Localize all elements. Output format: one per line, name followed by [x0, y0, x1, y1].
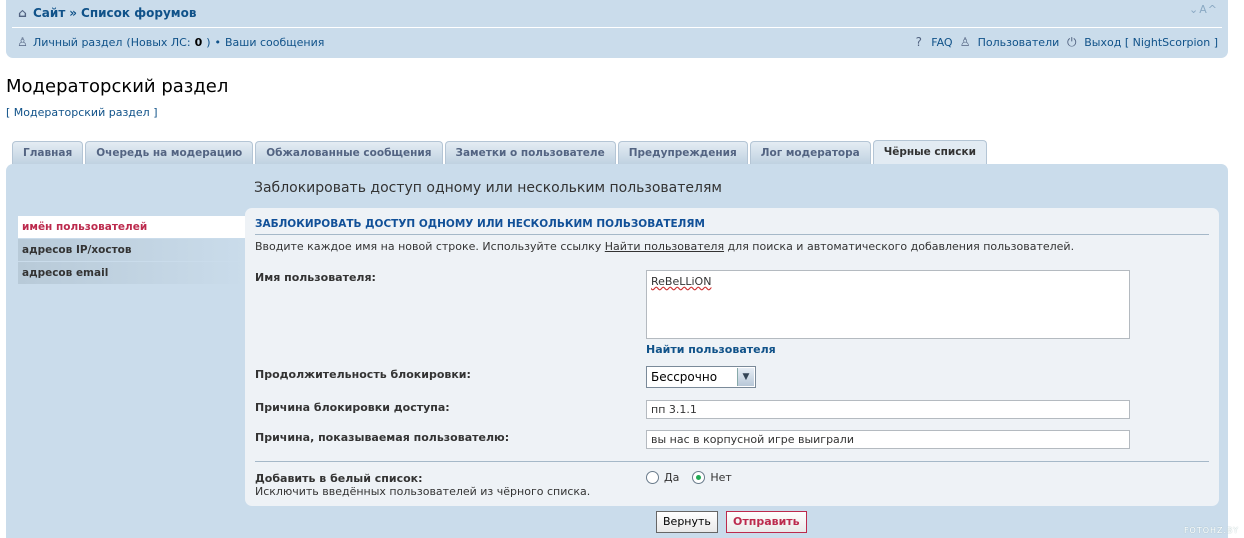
power-icon: ⏻	[1067, 35, 1077, 49]
new-pm-count: 0	[194, 36, 203, 49]
tab-ban[interactable]: Чёрные списки	[872, 140, 987, 165]
user-nav: ♙ Личный раздел (Новых ЛС: 0) • Ваши соо…	[16, 35, 324, 50]
username-label: Имя пользователя:	[255, 271, 376, 284]
username-textarea[interactable]: ReBeLLiON	[646, 270, 1130, 339]
whitelist-explain: Исключить введённых пользователей из чёр…	[255, 485, 591, 498]
username-value: ReBeLLiON	[651, 275, 712, 288]
side-item-usernames[interactable]: имён пользователей	[18, 216, 246, 239]
breadcrumb-close: ]	[149, 106, 158, 119]
form-divider	[255, 461, 1209, 462]
duration-select[interactable]: Бессрочно ▼	[646, 366, 756, 388]
breadcrumb-separator: »	[69, 6, 78, 20]
tab-warnings[interactable]: Предупреждения	[617, 141, 748, 164]
bullet-separator: •	[214, 36, 222, 49]
tab-main[interactable]: Главная	[12, 141, 84, 164]
new-pm-suffix: )	[206, 36, 211, 49]
chevron-down-icon[interactable]: ▼	[737, 368, 754, 386]
forums-list-link[interactable]: Список форумов	[81, 6, 196, 20]
duration-value: Бессрочно	[651, 370, 718, 384]
section-divider	[255, 234, 1209, 235]
breadcrumb-open: [	[6, 106, 14, 119]
intro-after: для поиска и автоматического добавления …	[724, 240, 1075, 253]
radio-no[interactable]	[692, 471, 706, 484]
section-title: ЗАБЛОКИРОВАТЬ ДОСТУП ОДНОМУ ИЛИ НЕСКОЛЬК…	[255, 218, 705, 230]
tab-mod-log[interactable]: Лог модератора	[749, 141, 871, 164]
header-bar: ⌂ Сайт » Список форумов ⌄A^ ♙ Личный раз…	[6, 0, 1228, 58]
duration-label: Продолжительность блокировки:	[255, 368, 471, 381]
submit-button[interactable]: Отправить	[726, 511, 807, 533]
page-title: Модераторский раздел	[6, 76, 229, 97]
members-link[interactable]: Пользователи	[978, 36, 1060, 49]
radio-no-label: Нет	[710, 471, 732, 484]
radio-yes[interactable]	[646, 471, 659, 484]
find-user-link[interactable]: Найти пользователя	[646, 343, 776, 356]
tab-user-notes[interactable]: Заметки о пользователе	[444, 141, 616, 164]
intro-text: Вводите каждое имя на новой строке. Испо…	[255, 240, 1074, 253]
intro-find-user-link[interactable]: Найти пользователя	[605, 240, 724, 253]
logout-link[interactable]: Выход [ NightScorpion ]	[1084, 36, 1218, 49]
main-panel: Заблокировать доступ одному или нескольк…	[6, 164, 1228, 538]
side-item-ips[interactable]: адресов IP/хостов	[18, 239, 246, 262]
new-pm-prefix: (Новых ЛС:	[126, 36, 191, 49]
reason-label: Причина блокировки доступа:	[255, 401, 450, 414]
whitelist-label: Добавить в белый список:	[255, 472, 423, 485]
reason-input[interactable]: пп 3.1.1	[646, 400, 1130, 419]
your-posts-link[interactable]: Ваши сообщения	[225, 36, 324, 49]
breadcrumb-link[interactable]: Модераторский раздел	[14, 106, 150, 119]
header-right-links: ? FAQ ♙ Пользователи ⏻ Выход [ NightScorpio…	[912, 35, 1218, 50]
ucp-link[interactable]: Личный раздел	[33, 36, 122, 49]
breadcrumb: [ Модераторский раздел ]	[6, 106, 158, 119]
reset-button[interactable]: Вернуть	[656, 511, 718, 533]
tab-reports[interactable]: Обжалованные сообщения	[255, 141, 443, 164]
side-menu: имён пользователей адресов IP/хостов адр…	[18, 216, 246, 285]
faq-icon: ?	[915, 35, 922, 49]
whitelist-radios: Да Нет	[646, 471, 732, 484]
faq-link[interactable]: FAQ	[931, 36, 952, 49]
radio-yes-label: Да	[664, 471, 680, 484]
watermark: FOTOHZ.BY	[1183, 526, 1239, 535]
tab-queue[interactable]: Очередь на модерацию	[85, 141, 254, 164]
side-item-emails[interactable]: адресов email	[18, 262, 246, 285]
nav-breadcrumbs: ⌂ Сайт » Список форумов	[16, 6, 196, 20]
main-heading: Заблокировать доступ одному или нескольк…	[254, 180, 722, 196]
home-icon: ⌂	[18, 5, 27, 20]
ban-form: ЗАБЛОКИРОВАТЬ ДОСТУП ОДНОМУ ИЛИ НЕСКОЛЬК…	[245, 208, 1219, 506]
site-link[interactable]: Сайт	[33, 6, 65, 20]
font-size-controls[interactable]: ⌄A^	[1189, 3, 1218, 16]
mcp-tabs: Главная Очередь на модерацию Обжалованны…	[12, 140, 987, 165]
intro-before: Вводите каждое имя на новой строке. Испо…	[255, 240, 605, 253]
user-icon: ♙	[17, 35, 28, 49]
header-divider	[12, 27, 1222, 28]
members-icon: ♙	[959, 35, 971, 49]
shown-reason-input[interactable]: вы нас в корпусной игре выиграли	[646, 430, 1130, 449]
shown-reason-label: Причина, показываемая пользователю:	[255, 431, 510, 444]
